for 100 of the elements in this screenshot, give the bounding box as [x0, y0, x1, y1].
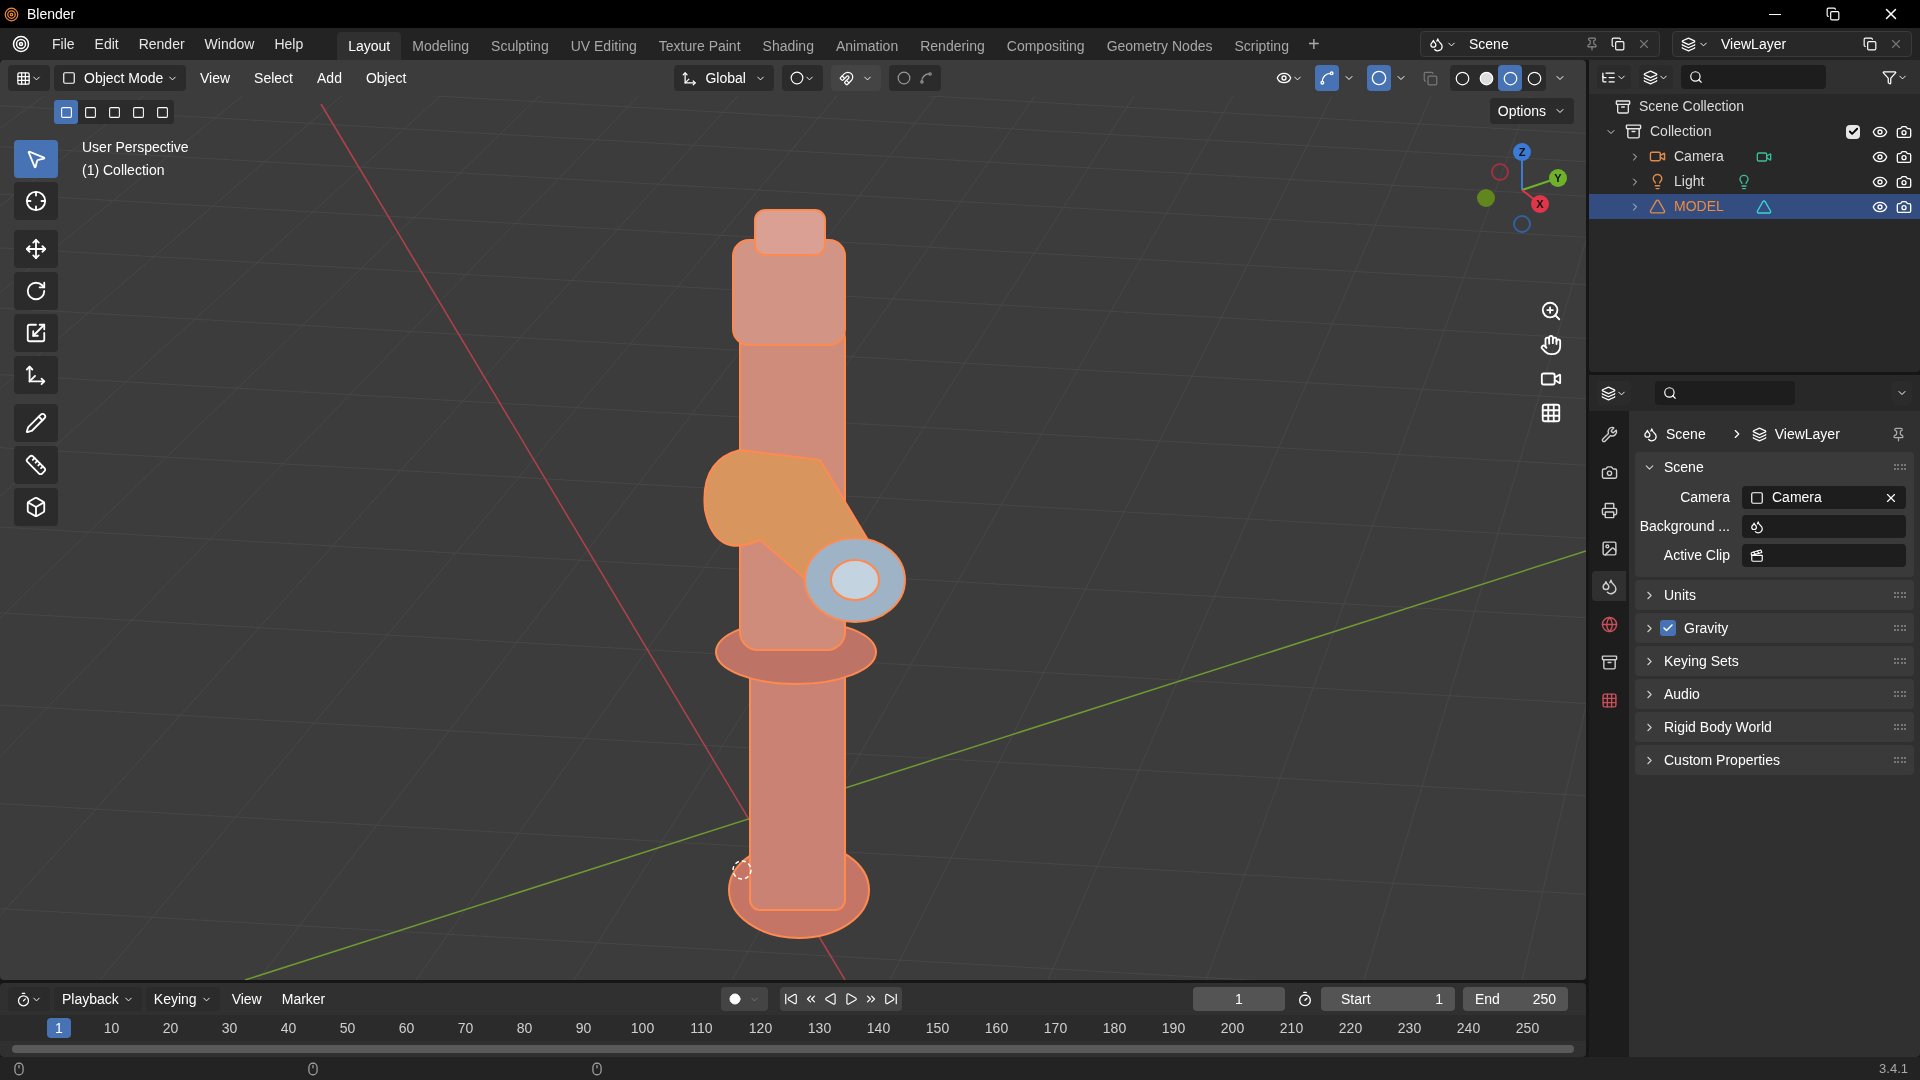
zoom-icon[interactable]: [1540, 300, 1562, 322]
tool-button[interactable]: [14, 272, 58, 310]
pivot-button[interactable]: [782, 65, 824, 91]
xray-icon[interactable]: [1423, 70, 1438, 86]
drag-handle-icon[interactable]: [1894, 658, 1906, 664]
overlay-toggle[interactable]: [1367, 65, 1391, 91]
camera-icon[interactable]: [1896, 198, 1912, 215]
panel-header[interactable]: Gravity: [1635, 613, 1914, 643]
workspace-tab[interactable]: Modeling: [401, 32, 481, 60]
property-field[interactable]: [1742, 515, 1906, 538]
panel-header[interactable]: Units: [1635, 580, 1914, 610]
menu-item[interactable]: View: [223, 987, 270, 1011]
current-frame-field[interactable]: 1: [1193, 987, 1285, 1011]
drag-handle-icon[interactable]: [1894, 625, 1906, 631]
selection-mode-button[interactable]: [54, 100, 78, 124]
proportional-edit-button[interactable]: [889, 65, 942, 91]
tool-button[interactable]: [14, 404, 58, 442]
workspace-tab[interactable]: Animation: [824, 32, 910, 60]
menu-item[interactable]: Window: [194, 31, 265, 57]
drag-handle-icon[interactable]: [1894, 691, 1906, 697]
layers-icon: [1601, 385, 1616, 401]
drag-handle-icon[interactable]: [1894, 592, 1906, 598]
panel-header[interactable]: Rigid Body World: [1635, 712, 1914, 742]
menu-item[interactable]: Add: [307, 65, 352, 91]
workspace-tab[interactable]: Texture Paint: [647, 32, 752, 60]
display-mode-button[interactable]: [1597, 65, 1631, 89]
workspace-tab[interactable]: Scripting: [1223, 32, 1300, 60]
mode-dropdown[interactable]: Object Mode: [54, 65, 186, 91]
editor-type-button[interactable]: [8, 65, 50, 91]
tool-button[interactable]: [14, 314, 58, 352]
menu-item[interactable]: Edit: [84, 31, 129, 57]
play-icon[interactable]: [844, 992, 859, 1006]
play-reverse-icon[interactable]: [824, 992, 839, 1006]
camera-icon[interactable]: [1896, 173, 1912, 190]
jump-end-icon[interactable]: [884, 992, 899, 1006]
menu-item[interactable]: View: [190, 65, 241, 91]
workspace-tab[interactable]: Geometry Nodes: [1095, 32, 1224, 60]
checkbox[interactable]: [1846, 124, 1860, 139]
record-button[interactable]: [721, 987, 769, 1011]
camera-icon[interactable]: [1896, 123, 1912, 140]
workspace-tab[interactable]: Shading: [751, 32, 825, 60]
current-frame-marker[interactable]: 1: [47, 1018, 71, 1038]
workspace-tab[interactable]: UV Editing: [559, 32, 648, 60]
menu-item[interactable]: File: [42, 31, 85, 57]
menu-item[interactable]: Keying: [145, 987, 220, 1011]
copy-icon[interactable]: [1611, 37, 1625, 51]
panel-header[interactable]: Audio: [1635, 679, 1914, 709]
grid-icon[interactable]: [1540, 402, 1562, 424]
workspace-tab[interactable]: Layout: [337, 32, 402, 60]
menu-item[interactable]: Render: [128, 31, 195, 57]
orientation-dropdown[interactable]: Global: [674, 65, 775, 91]
camera-icon[interactable]: [1896, 148, 1912, 165]
tool-button[interactable]: [14, 230, 58, 268]
search-field[interactable]: [1681, 65, 1826, 89]
menu-item[interactable]: Help: [264, 31, 314, 57]
menu-item[interactable]: Playback: [54, 987, 142, 1011]
snap-button[interactable]: [831, 65, 882, 91]
outliner-item[interactable]: Light: [1589, 169, 1920, 194]
add-workspace-button[interactable]: +: [1307, 34, 1320, 54]
panel-header[interactable]: Keying Sets: [1635, 646, 1914, 676]
view-layer-button[interactable]: [1639, 65, 1673, 89]
navigation-gizmo-drawing[interactable]: Z Y X: [1470, 140, 1570, 240]
property-field[interactable]: [1742, 544, 1906, 567]
editor-type-button[interactable]: [8, 987, 50, 1011]
drag-handle-icon[interactable]: [1894, 724, 1906, 730]
stopwatch-icon[interactable]: [1297, 991, 1313, 1007]
workspace-tab[interactable]: Compositing: [995, 32, 1096, 60]
menu-item[interactable]: Object: [355, 65, 417, 91]
tool-button[interactable]: [14, 446, 58, 484]
tool-button[interactable]: [14, 488, 58, 526]
options-dropdown[interactable]: Options: [1489, 98, 1574, 124]
menu-item[interactable]: Marker: [273, 987, 334, 1011]
outliner-item[interactable]: Collection: [1589, 119, 1920, 144]
scrollbar[interactable]: [12, 1045, 1574, 1053]
panel-header[interactable]: Scene: [1635, 452, 1914, 482]
gizmo-toggle[interactable]: [1315, 65, 1339, 91]
scene-selector[interactable]: Scene: [1420, 31, 1660, 57]
outliner-item[interactable]: Camera: [1589, 144, 1920, 169]
hand-icon[interactable]: [1540, 334, 1562, 356]
drag-handle-icon[interactable]: [1894, 464, 1906, 470]
workspace-tab[interactable]: Sculpting: [480, 32, 560, 60]
tool-button[interactable]: [14, 182, 58, 220]
start-frame-field[interactable]: Start 1: [1321, 987, 1455, 1011]
view-layer-selector[interactable]: ViewLayer: [1672, 31, 1912, 57]
workspace-tab[interactable]: Rendering: [909, 32, 996, 60]
copy-icon[interactable]: [1863, 37, 1877, 51]
pin-icon[interactable]: [1585, 37, 1599, 51]
drag-handle-icon[interactable]: [1894, 757, 1906, 763]
panel-header[interactable]: Custom Properties: [1635, 745, 1914, 775]
jump-start-icon[interactable]: [784, 992, 799, 1006]
mesh-data-icon[interactable]: [1755, 198, 1772, 215]
checkbox[interactable]: [1660, 620, 1676, 636]
search-field[interactable]: [1655, 381, 1795, 405]
property-field[interactable]: Camera: [1742, 486, 1906, 509]
end-frame-field[interactable]: End 250: [1463, 987, 1568, 1011]
pin-icon[interactable]: [1891, 426, 1906, 442]
menu-item[interactable]: Select: [244, 65, 303, 91]
properties-tab[interactable]: [1592, 571, 1626, 601]
material-shading-button[interactable]: [1498, 65, 1522, 91]
tool-button[interactable]: [14, 356, 58, 394]
